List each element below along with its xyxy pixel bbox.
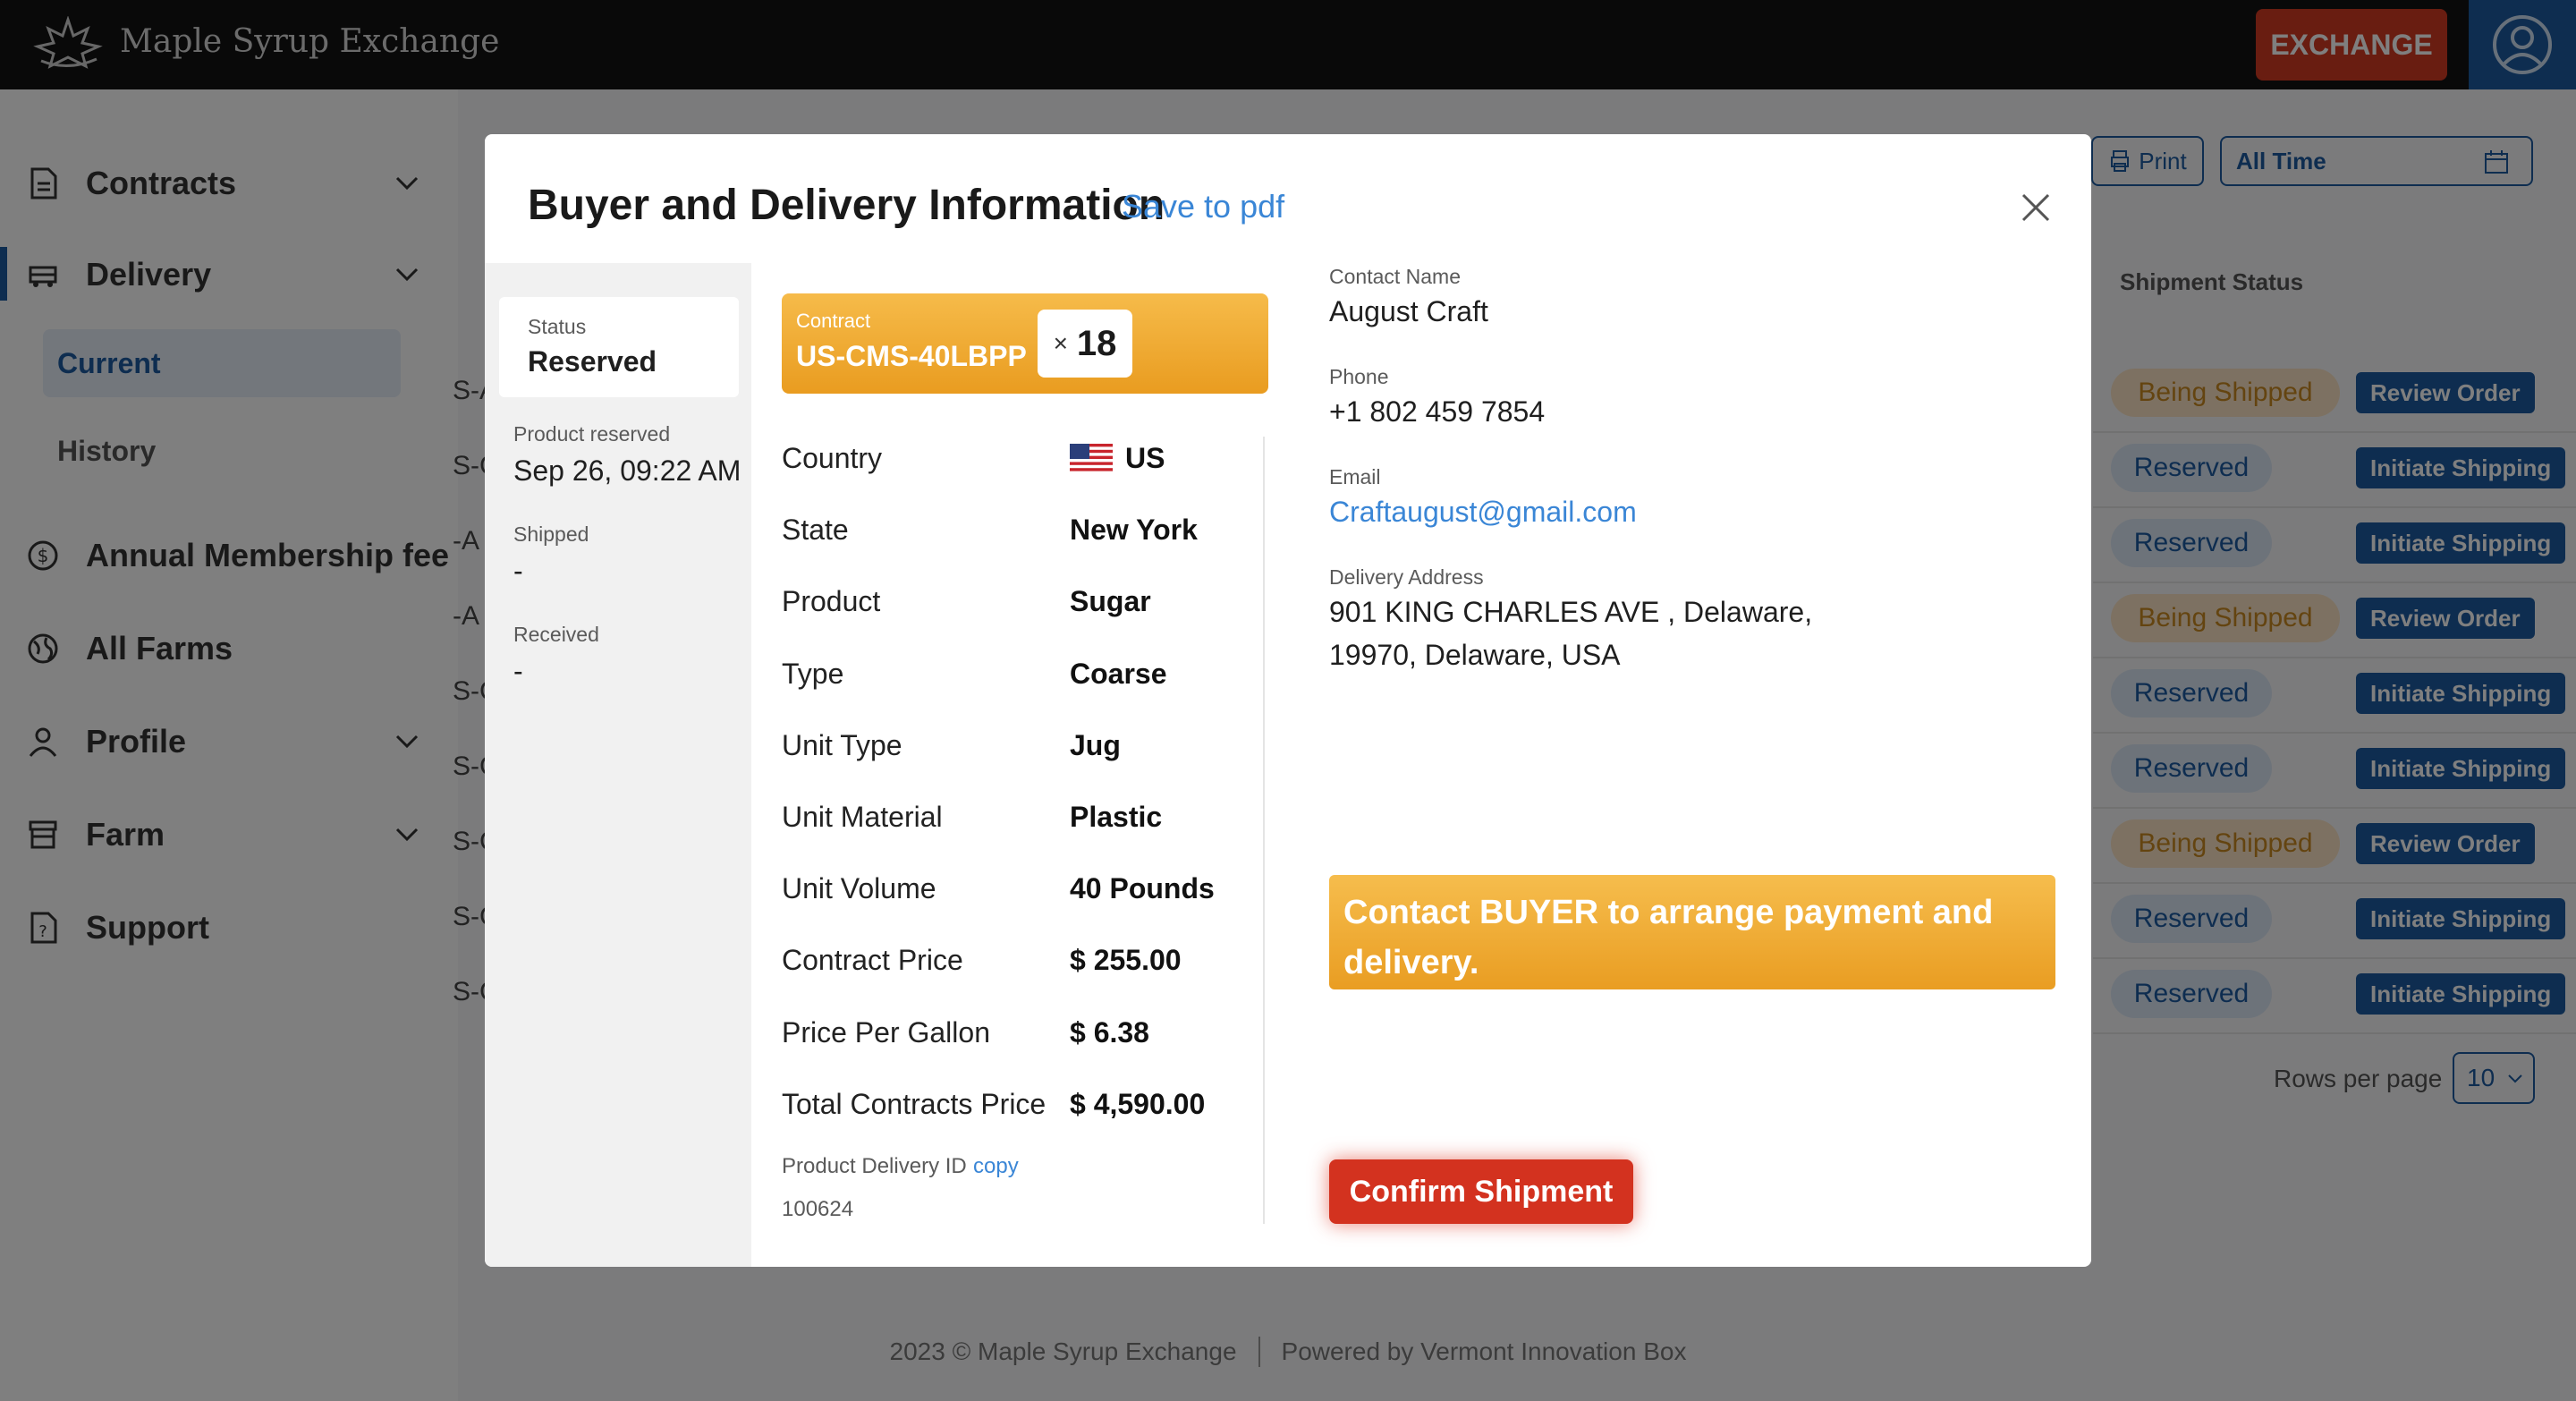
shipped-label: Shipped [513,522,589,546]
delivery-address-line-1: 901 KING CHARLES AVE , Delaware, [1329,596,1813,628]
phone-value: +1 802 459 7854 [1329,395,1546,428]
detail-value: $ 6.38 [1070,1015,1149,1049]
multiply-icon: × [1053,329,1068,357]
confirm-shipment-button[interactable]: Confirm Shipment [1329,1159,1633,1224]
detail-row: Unit Volume 40 Pounds [782,863,1265,917]
column-divider [1263,437,1265,1224]
detail-row: Country US [782,433,1265,487]
detail-value: Sugar [1070,585,1151,618]
detail-value: 40 Pounds [1070,872,1215,905]
status-timeline-panel [485,263,751,1267]
delivery-id-value: 100624 [782,1197,854,1221]
product-reserved-label: Product reserved [513,422,671,446]
detail-row: Contract Price $ 255.00 [782,935,1265,989]
email-link[interactable]: Craftaugust@gmail.com [1329,496,1637,529]
contact-buyer-notice: Contact BUYER to arrange payment and del… [1329,875,2055,989]
detail-row: Price Per Gallon $ 6.38 [782,1007,1265,1061]
contact-name-value: August Craft [1329,295,1488,327]
detail-key: Total Contracts Price [782,1087,1046,1120]
status-card: Status Reserved [499,297,739,397]
delivery-address-label: Delivery Address [1329,565,1484,589]
detail-value: Jug [1070,728,1121,761]
delivery-id-label: Product Delivery ID [782,1154,967,1178]
modal-title: Buyer and Delivery Information [528,182,1165,229]
contract-label: Contract [796,310,871,332]
detail-key: Unit Material [782,801,943,833]
detail-value: $ 4,590.00 [1070,1087,1206,1120]
detail-key: Price Per Gallon [782,1015,990,1049]
close-icon[interactable] [2016,188,2055,227]
detail-key: Unit Volume [782,872,936,905]
quantity-badge: × 18 [1038,310,1132,378]
delivery-address-line-2: 19970, Delaware, USA [1329,639,1621,671]
product-reserved-value: Sep 26, 09:22 AM [513,454,741,487]
received-label: Received [513,623,599,646]
detail-row: Unit Material Plastic [782,792,1265,845]
email-label: Email [1329,465,1381,488]
contract-banner: Contract US-CMS-40LBPP × 18 [782,293,1268,394]
contact-name-label: Contact Name [1329,265,1462,288]
detail-key: State [782,514,849,547]
buyer-delivery-modal: Buyer and Delivery Information Save to p… [485,134,2091,1267]
detail-row: Total Contracts Price $ 4,590.00 [782,1079,1265,1133]
detail-row: Type Coarse [782,649,1265,702]
status-label: Status [528,315,587,338]
detail-value: New York [1070,514,1198,547]
copy-delivery-id-link[interactable]: copy [973,1154,1019,1179]
shipped-value: - [513,555,523,587]
country-code: US [1125,442,1165,474]
detail-key: Type [782,657,844,690]
detail-row: Product Sugar [782,576,1265,630]
detail-value: $ 255.00 [1070,944,1182,977]
detail-value: Plastic [1070,801,1163,833]
detail-value: Coarse [1070,657,1167,690]
contract-id: US-CMS-40LBPP [796,340,1027,372]
detail-key: Country [782,442,883,474]
detail-key: Product [782,585,881,618]
quantity-value: 18 [1076,323,1117,363]
phone-label: Phone [1329,365,1389,388]
save-to-pdf-link[interactable]: Save to pdf [1122,188,1284,225]
detail-value: US [1070,442,1165,475]
detail-row: State New York [782,505,1265,558]
detail-key: Unit Type [782,728,902,761]
us-flag-icon [1070,443,1113,474]
detail-key: Contract Price [782,944,963,977]
received-value: - [513,655,523,687]
detail-row: Unit Type Jug [782,720,1265,774]
status-value: Reserved [528,345,657,378]
